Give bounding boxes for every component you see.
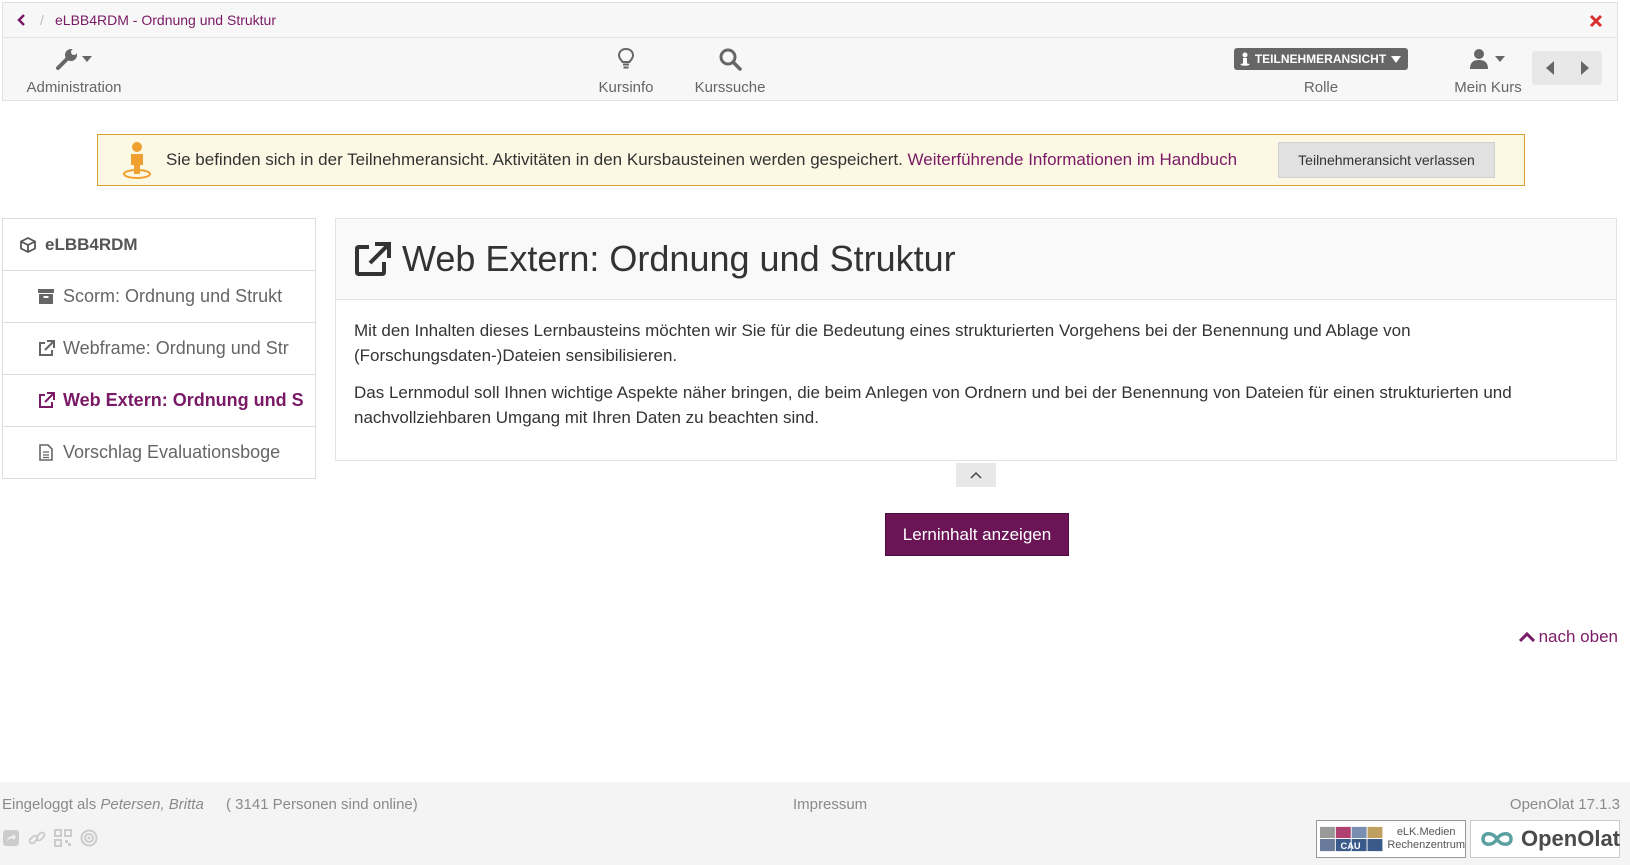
breadcrumb-course-title[interactable]: eLBB4RDM - Ordnung und Struktur [55, 12, 276, 28]
qr-code-icon[interactable] [54, 829, 72, 847]
kursinfo-label: Kursinfo [598, 79, 654, 96]
participant-icon [1240, 52, 1250, 66]
lightbulb-icon [618, 48, 634, 70]
menu-item-label: Web Extern: Ordnung und S [63, 390, 304, 410]
chevron-up-icon [1518, 631, 1535, 643]
content-description: Mit den Inhalten dieses Lernbausteins mö… [336, 300, 1616, 430]
chevron-up-icon [970, 471, 982, 479]
elk-medien-logo[interactable]: CAU eLK.Medien Rechenzentrum [1316, 820, 1466, 858]
login-prefix: Eingeloggt als [2, 796, 97, 813]
leave-participant-view-button[interactable]: Teilnehmeransicht verlassen [1278, 142, 1495, 178]
menu-item-scorm[interactable]: Scorm: Ordnung und Strukt [3, 271, 315, 323]
online-count[interactable]: ( 3141 Personen sind online) [226, 796, 418, 813]
kurssuche-label: Kurssuche [694, 79, 766, 96]
show-learning-content-button[interactable]: Lerninhalt anzeigen [885, 513, 1069, 556]
role-switcher[interactable]: TEILNEHMERANSICHT Rolle [1231, 45, 1411, 96]
link-icon[interactable] [28, 829, 46, 847]
archive-icon [37, 289, 55, 304]
openolat-logo[interactable]: OpenOlat [1470, 820, 1620, 858]
course-node-content: Web Extern: Ordnung und Struktur Mit den… [335, 218, 1617, 461]
external-link-icon [37, 392, 55, 409]
footer: Eingeloggt als Petersen, Britta ( 3141 P… [0, 782, 1630, 865]
kursinfo-button[interactable]: Kursinfo [589, 45, 663, 96]
role-badge-label: TEILNEHMERANSICHT [1254, 52, 1387, 66]
caret-down-icon [1494, 55, 1506, 63]
menu-item-label: Webframe: Ordnung und Str [63, 338, 289, 358]
logged-in-user[interactable]: Petersen, Britta [100, 796, 203, 813]
next-arrow-icon[interactable] [1577, 60, 1593, 76]
administration-label: Administration [26, 79, 122, 96]
search-icon [718, 47, 742, 71]
menu-item-label: Vorschlag Evaluationsboge [63, 442, 281, 462]
close-icon[interactable] [1589, 14, 1603, 28]
course-cube-icon [19, 236, 37, 253]
menu-item-label: Scorm: Ordnung und Strukt [63, 286, 283, 306]
content-header: Web Extern: Ordnung und Struktur [336, 219, 1616, 300]
course-node-navigation [1532, 51, 1602, 85]
role-dropdown[interactable]: TEILNEHMERANSICHT [1233, 48, 1409, 70]
participant-view-icon [122, 141, 152, 179]
login-info: Eingeloggt als Petersen, Britta ( 3141 P… [2, 796, 418, 813]
caret-down-icon [1391, 55, 1402, 63]
course-menu: eLBB4RDM Scorm: Ordnung und Strukt Webfr… [2, 218, 316, 479]
external-link-icon [37, 340, 55, 357]
page-title: Web Extern: Ordnung und Struktur [402, 238, 956, 279]
back-to-top-label: nach oben [1538, 627, 1618, 646]
cau-logo-text: CAU [1340, 841, 1360, 851]
wrench-icon [55, 47, 81, 71]
participant-view-notice: Sie befinden sich in der Teilnehmeransic… [97, 134, 1525, 186]
menu-item-webframe[interactable]: Webframe: Ordnung und Str [3, 323, 315, 375]
role-label: Rolle [1303, 79, 1339, 96]
user-icon [1470, 48, 1488, 70]
back-chevron-icon[interactable] [16, 14, 28, 26]
openolat-logo-text: OpenOlat [1521, 826, 1621, 851]
share-icon[interactable] [2, 829, 20, 847]
kurssuche-button[interactable]: Kurssuche [688, 45, 772, 96]
back-to-top-link[interactable]: nach oben [1518, 627, 1618, 647]
mein-kurs-label: Mein Kurs [1454, 79, 1522, 96]
notice-message: Sie befinden sich in der Teilnehmeransic… [166, 150, 903, 169]
infinity-icon [1477, 829, 1517, 849]
handbook-link[interactable]: Weiterführende Informationen im Handbuch [908, 150, 1237, 169]
description-paragraph-1: Mit den Inhalten dieses Lernbausteins mö… [354, 321, 1411, 365]
mein-kurs-menu[interactable]: Mein Kurs [1446, 45, 1530, 96]
menu-item-web-extern-active[interactable]: Web Extern: Ordnung und S [3, 375, 315, 427]
breadcrumb-separator: / [40, 12, 44, 28]
administration-menu[interactable]: Administration [19, 45, 129, 96]
elk-logo-line2: Rechenzentrum [1387, 839, 1465, 851]
top-navigation: / eLBB4RDM - Ordnung und Struktur Admini… [2, 2, 1618, 101]
description-paragraph-2: Das Lernmodul soll Ihnen wichtige Aspekt… [354, 383, 1512, 427]
breadcrumb: / eLBB4RDM - Ordnung und Struktur [3, 3, 1617, 38]
menu-root-label: eLBB4RDM [45, 234, 138, 254]
impressum-link[interactable]: Impressum [793, 796, 867, 813]
elk-logo-line1: eLK.Medien [1396, 826, 1456, 838]
menu-root-course[interactable]: eLBB4RDM [3, 219, 315, 271]
previous-arrow-icon[interactable] [1542, 60, 1558, 76]
version-info: OpenOlat 17.1.3 [1509, 796, 1620, 813]
caret-down-icon [81, 55, 93, 63]
collapse-description-button[interactable] [956, 463, 996, 487]
menu-item-evaluation[interactable]: Vorschlag Evaluationsboge [3, 427, 315, 478]
external-link-icon [354, 241, 392, 277]
footer-tools [2, 829, 98, 847]
target-icon[interactable] [80, 829, 98, 847]
document-icon [37, 444, 55, 461]
